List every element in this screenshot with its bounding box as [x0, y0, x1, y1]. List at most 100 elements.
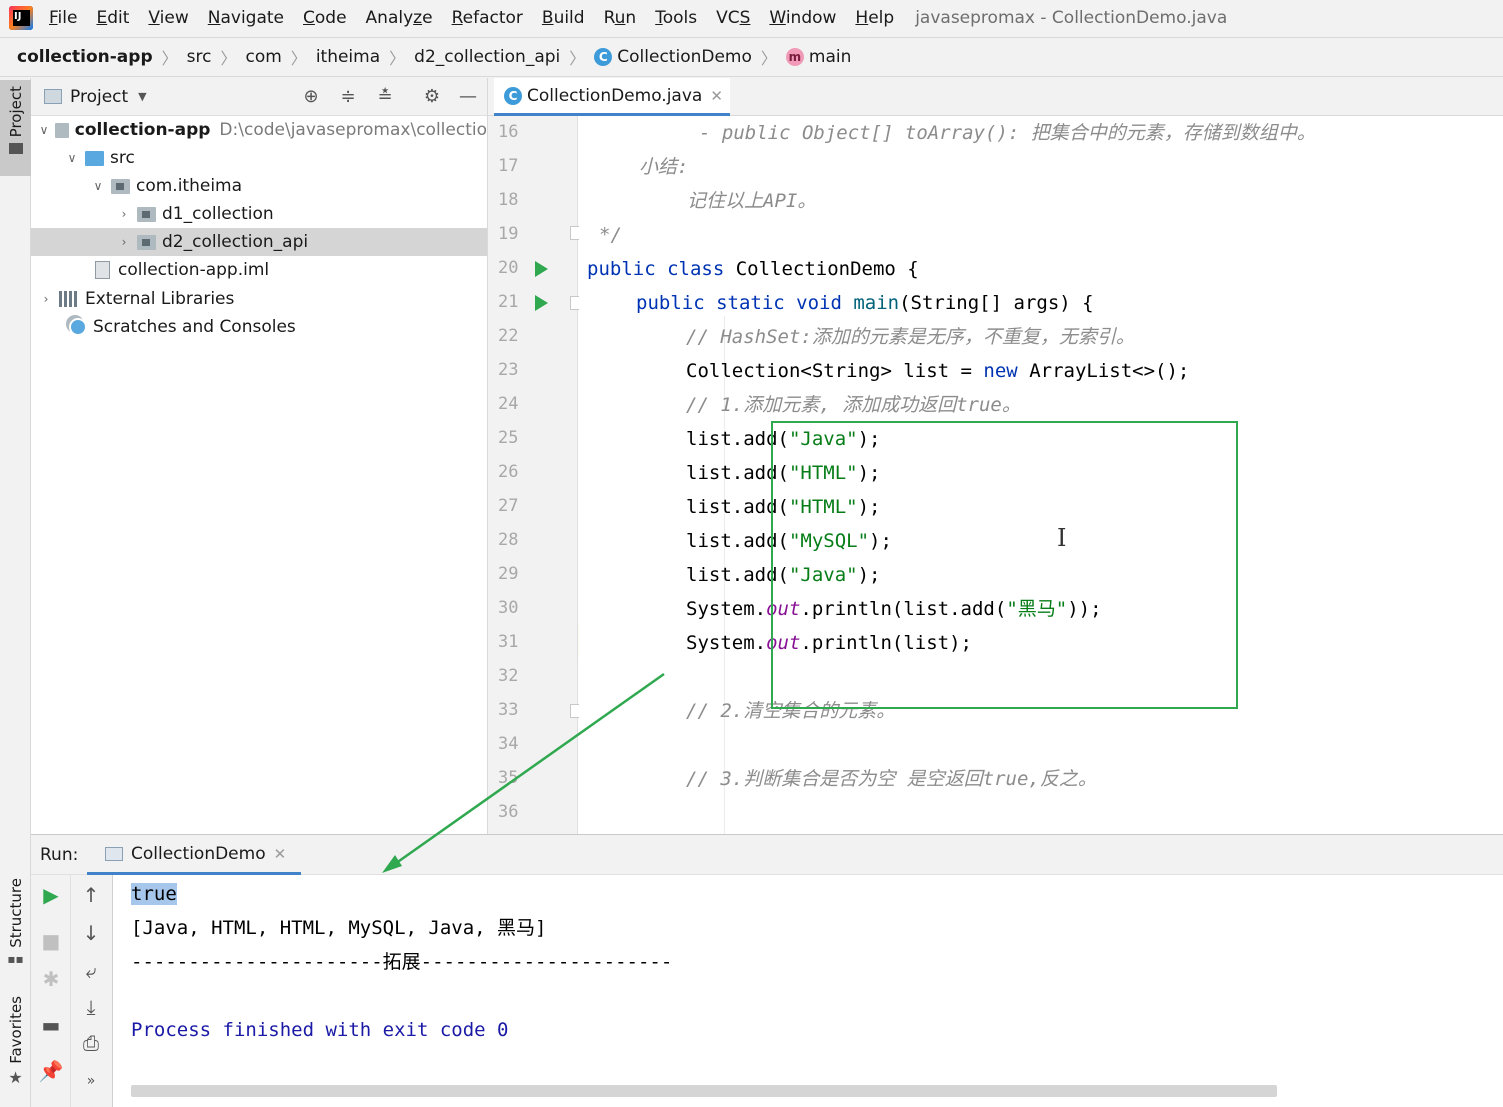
chevron-right-icon[interactable]: ›: [39, 292, 53, 306]
run-main-icon[interactable]: [535, 295, 548, 311]
tree-item-com-itheima[interactable]: ∨ com.itheima: [31, 172, 487, 200]
left-tool-strip: Project Structure ▪▪ Favorites ★: [0, 78, 31, 1107]
menu-run[interactable]: Run: [604, 8, 637, 28]
arrow-down-icon[interactable]: ↓: [71, 921, 111, 945]
menu-vcs[interactable]: VCS: [716, 8, 750, 28]
breadcrumb-item-itheima[interactable]: itheima: [316, 47, 380, 67]
run-class-icon[interactable]: [535, 261, 548, 277]
tool-tab-favorites[interactable]: Favorites ★: [0, 996, 31, 1096]
breadcrumb-item-com[interactable]: com: [245, 47, 281, 67]
tree-item-label: collection-app.iml: [118, 260, 270, 280]
tree-item-external-libraries[interactable]: › External Libraries: [31, 285, 487, 313]
code-line-17: 小结:: [639, 156, 689, 178]
arrow-up-icon[interactable]: ↑: [71, 883, 111, 907]
menu-refactor[interactable]: Refactor: [452, 8, 523, 28]
stop-icon[interactable]: ■: [31, 929, 71, 953]
chevron-right-icon[interactable]: ›: [117, 235, 131, 249]
tree-item-scratches[interactable]: Scratches and Consoles: [31, 313, 487, 341]
code-line-16: - public Object[] toArray(): 把集合中的元素，存储到…: [699, 122, 1316, 144]
scroll-to-end-icon[interactable]: ⤓: [71, 995, 111, 1019]
tree-item-collection-app[interactable]: ∨ collection-app D:\code\javasepromax\co…: [31, 116, 487, 144]
code-text: Collection<String> list =: [686, 360, 984, 382]
close-icon[interactable]: ✕: [274, 845, 287, 863]
editor-tab-collectiondemo[interactable]: C CollectionDemo.java ✕: [494, 78, 730, 116]
editor-gutter: 16 17 18 19 20 21 22 23 24 25 26 27 28 2…: [488, 116, 584, 834]
tool-tab-favorites-label: Favorites: [6, 996, 25, 1064]
chevron-down-icon[interactable]: ∨: [39, 123, 49, 137]
print-icon[interactable]: ⎙: [71, 1031, 111, 1055]
line-number: 24: [498, 394, 519, 414]
horizontal-scrollbar[interactable]: [131, 1085, 1277, 1097]
console-process-finished: Process finished with exit code 0: [131, 1019, 509, 1041]
chevron-right-icon[interactable]: ›: [117, 207, 131, 221]
line-number: 32: [498, 666, 519, 686]
pin-icon[interactable]: 📌: [31, 1059, 71, 1083]
breadcrumb-separator-icon: 〉: [760, 49, 777, 68]
expand-all-icon[interactable]: ≑: [337, 86, 359, 108]
collapse-all-icon[interactable]: ≛: [374, 86, 396, 108]
library-icon: [59, 291, 79, 307]
menu-edit[interactable]: Edit: [96, 8, 129, 28]
menu-navigate[interactable]: Navigate: [208, 8, 284, 28]
breadcrumb-item-src[interactable]: src: [187, 47, 212, 67]
line-number: 20: [498, 258, 519, 278]
tree-item-label: Scratches and Consoles: [93, 317, 296, 337]
line-number: 17: [498, 156, 519, 176]
chevron-down-icon[interactable]: ∨: [91, 179, 105, 193]
menu-help[interactable]: Help: [855, 8, 894, 28]
breadcrumb-separator-icon: 〉: [161, 49, 178, 68]
run-tab-collectiondemo[interactable]: CollectionDemo ✕: [87, 835, 301, 875]
code-area[interactable]: - public Object[] toArray(): 把集合中的元素，存储到…: [579, 116, 1503, 834]
editor-tab-bar: C CollectionDemo.java ✕: [488, 78, 1503, 116]
tree-item-src[interactable]: ∨ src: [31, 144, 487, 172]
breadcrumb-item-method[interactable]: m main: [785, 47, 852, 67]
gear-icon[interactable]: ⚙: [421, 86, 443, 108]
window-title: javasepromax - CollectionDemo.java: [915, 8, 1228, 28]
source-folder-icon: [85, 150, 104, 166]
tree-item-d1-collection[interactable]: › d1_collection: [31, 200, 487, 228]
menu-analyze[interactable]: Analyze: [366, 8, 433, 28]
tree-item-path: D:\code\javasepromax\collectio: [219, 120, 487, 140]
layout-icon[interactable]: ▬: [31, 1013, 71, 1037]
project-view-icon: [44, 89, 62, 104]
breadcrumb-method-label: main: [808, 47, 852, 67]
minimize-icon[interactable]: —: [457, 86, 479, 108]
soft-wrap-icon[interactable]: ⤶: [71, 959, 111, 983]
menu-window[interactable]: Window: [769, 8, 836, 28]
menu-build[interactable]: Build: [542, 8, 585, 28]
project-panel-title[interactable]: Project: [70, 87, 128, 107]
line-number: 28: [498, 530, 519, 550]
more-icon[interactable]: »: [71, 1073, 111, 1089]
breadcrumb-item-class[interactable]: C CollectionDemo: [594, 47, 752, 67]
tree-item-d2-collection-api[interactable]: › d2_collection_api: [31, 228, 487, 256]
tool-tab-structure[interactable]: Structure ▪▪: [0, 878, 31, 978]
tool-tab-project-label: Project: [6, 86, 25, 138]
menu-view[interactable]: View: [148, 8, 188, 28]
breadcrumb-class-label: CollectionDemo: [617, 47, 752, 67]
tree-item-iml[interactable]: collection-app.iml: [31, 256, 487, 284]
code-text: System.: [686, 598, 767, 620]
menu-tools[interactable]: Tools: [655, 8, 697, 28]
line-number: 29: [498, 564, 519, 584]
code-line-35: // 3.判断集合是否为空 是空返回true,反之。: [686, 768, 1097, 790]
code-line-23: Collection<String> list = new ArrayList<…: [686, 354, 1189, 388]
rerun-icon[interactable]: ▶: [31, 883, 71, 907]
chevron-down-icon[interactable]: ∨: [65, 151, 79, 165]
locate-icon[interactable]: ⊕: [300, 86, 322, 108]
close-icon[interactable]: ✕: [710, 87, 723, 105]
line-number: 33: [498, 700, 519, 720]
breadcrumb-item-package[interactable]: d2_collection_api: [414, 47, 560, 67]
line-number: 16: [498, 122, 519, 142]
breadcrumb-separator-icon: 〉: [220, 49, 237, 68]
code-text: ArrayList<>();: [1017, 360, 1190, 382]
console-output[interactable]: true [Java, HTML, HTML, MySQL, Java, 黑马]…: [131, 875, 1503, 1095]
tool-tab-project[interactable]: Project: [0, 80, 31, 176]
line-number: 21: [498, 292, 519, 312]
menu-file[interactable]: File: [49, 8, 77, 28]
chevron-down-icon[interactable]: ▼: [138, 90, 146, 103]
intellij-logo-icon: [9, 6, 33, 30]
debug-icon[interactable]: ✱: [31, 967, 71, 991]
run-panel-header: Run: CollectionDemo ✕: [31, 835, 1503, 875]
breadcrumb-item-project[interactable]: collection-app: [17, 47, 153, 67]
menu-code[interactable]: Code: [303, 8, 347, 28]
